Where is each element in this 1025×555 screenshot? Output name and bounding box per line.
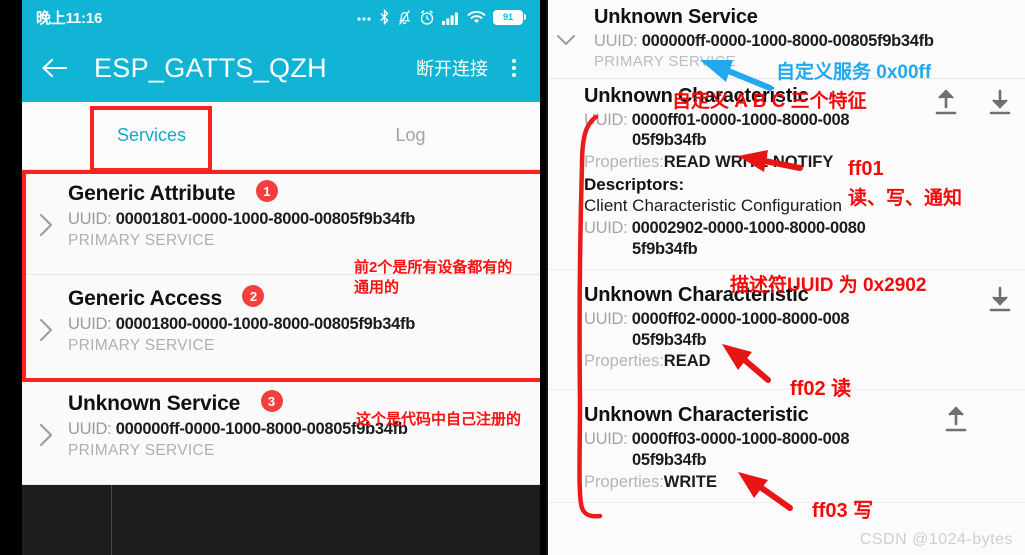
uuid-value-line1: 0000ff03-0000-1000-8000-008 bbox=[631, 430, 850, 449]
csdn-watermark: CSDN @1024-bytes bbox=[859, 531, 1013, 548]
phone-screenshot: 晚上11:16 91 ESP_GATTS_QZH 断开连接 Services L… bbox=[22, 0, 540, 555]
tab-log[interactable]: Log bbox=[281, 102, 540, 169]
characteristic-properties: Properties:READ bbox=[584, 352, 1025, 371]
characteristic-actions bbox=[933, 89, 1013, 117]
upload-icon[interactable] bbox=[933, 89, 959, 117]
properties-label: Properties: bbox=[584, 472, 664, 491]
uuid-value-line2: 05f9b34fb bbox=[632, 131, 707, 150]
uuid-value-line2: 05f9b34fb bbox=[632, 451, 707, 469]
status-bar: 晚上11:16 91 bbox=[22, 0, 540, 34]
status-clock: 晚上11:16 bbox=[36, 9, 103, 27]
uuid-label: UUID: bbox=[68, 210, 112, 228]
chevron-right-icon[interactable] bbox=[36, 317, 58, 343]
app-bar: ESP_GATTS_QZH 断开连接 bbox=[22, 34, 540, 102]
bell-muted-icon bbox=[398, 9, 411, 25]
uuid-label: UUID: bbox=[68, 315, 112, 333]
uuid-label: UUID: bbox=[584, 430, 628, 449]
annotation-three-characteristics-text: 自定义 A B C 三个特征 bbox=[672, 91, 867, 112]
annotation-ff01-text: ff01 bbox=[848, 158, 884, 180]
service-uuid: UUID: 00001800-0000-1000-8000-00805f9b34… bbox=[68, 315, 540, 334]
properties-value: WRITE bbox=[663, 472, 717, 491]
chevron-right-icon[interactable] bbox=[36, 422, 58, 448]
characteristic-row-ff03[interactable]: Unknown Characteristic UUID: 0000ff03-00… bbox=[548, 390, 1025, 503]
disconnect-button[interactable]: 断开连接 bbox=[416, 55, 488, 81]
service-name: Generic Attribute bbox=[68, 182, 236, 205]
uuid-value-line2: 05f9b34fb bbox=[632, 330, 707, 349]
back-arrow-icon[interactable] bbox=[38, 51, 72, 85]
navbar-divider bbox=[111, 485, 112, 555]
wifi-icon bbox=[467, 10, 486, 23]
annotation-ff02-text: ff02 读 bbox=[790, 378, 852, 400]
annotation-badge-2: 2 bbox=[242, 285, 265, 307]
status-icons: 91 bbox=[356, 8, 526, 26]
characteristic-properties: Properties:READ WRITE NOTIFY bbox=[584, 153, 1025, 172]
characteristic-actions bbox=[987, 286, 1013, 314]
signal-bars-icon bbox=[442, 12, 458, 25]
descriptor-uuid-line2: 5f9b34fb bbox=[632, 239, 698, 258]
chevron-down-icon[interactable] bbox=[554, 30, 578, 50]
annotation-ff01-cn-text: 读、写、通知 bbox=[848, 188, 963, 209]
characteristic-actions bbox=[943, 406, 969, 434]
uuid-label: UUID: bbox=[584, 310, 628, 329]
upload-icon[interactable] bbox=[943, 406, 969, 434]
battery-level: 91 bbox=[502, 12, 513, 22]
characteristic-properties: Properties:WRITE bbox=[584, 473, 1025, 492]
bluetooth-icon bbox=[380, 8, 389, 25]
service-type: PRIMARY SERVICE bbox=[68, 232, 215, 249]
annotation-note-generic: 前2个是所有设备都有的 通用的 bbox=[354, 259, 513, 297]
uuid-value: 00001801-0000-1000-8000-00805f9b34fb bbox=[115, 210, 416, 228]
annotation-custom-service-text: 自定义服务 0x00ff bbox=[776, 62, 932, 83]
properties-value: READ bbox=[663, 352, 711, 371]
screenshot-root: 晚上11:16 91 ESP_GATTS_QZH 断开连接 Services L… bbox=[0, 0, 1025, 555]
annotation-badge-3: 3 bbox=[260, 390, 283, 412]
kebab-menu-icon[interactable] bbox=[504, 55, 524, 81]
characteristic-uuid: UUID: 0000ff02-0000-1000-8000-008 05f9b3… bbox=[584, 309, 1025, 350]
properties-label: Properties: bbox=[584, 352, 664, 371]
uuid-value-line1: 0000ff01-0000-1000-8000-008 bbox=[631, 110, 850, 129]
properties-value: READ WRITE NOTIFY bbox=[663, 152, 834, 171]
battery-icon: 91 bbox=[493, 9, 526, 25]
uuid-value: 000000ff-0000-1000-8000-00805f9b34fb bbox=[641, 32, 934, 50]
characteristic-uuid: UUID: 0000ff03-0000-1000-8000-008 05f9b3… bbox=[584, 429, 1025, 470]
tab-bar: Services Log bbox=[22, 102, 540, 170]
download-icon[interactable] bbox=[987, 89, 1013, 117]
uuid-label: UUID: bbox=[68, 420, 112, 438]
uuid-value: 00001800-0000-1000-8000-00805f9b34fb bbox=[115, 315, 416, 333]
services-list: Generic Attribute 1 UUID: 00001801-0000-… bbox=[22, 170, 540, 485]
service-type: PRIMARY SERVICE bbox=[68, 337, 215, 354]
service-name: Unknown Service bbox=[68, 392, 241, 415]
uuid-label: UUID: bbox=[594, 32, 638, 50]
more-dots-icon bbox=[357, 17, 371, 21]
detail-service-name: Unknown Service bbox=[594, 6, 758, 28]
page-title: ESP_GATTS_QZH bbox=[94, 52, 327, 83]
annotation-badge-1: 1 bbox=[255, 180, 278, 202]
chevron-right-icon[interactable] bbox=[36, 212, 58, 238]
annotation-descriptor-uuid-text: 描述符UUID 为 0x2902 bbox=[730, 275, 927, 296]
service-row-unknown-service[interactable]: Unknown Service 3 UUID: 000000ff-0000-10… bbox=[22, 380, 540, 485]
download-icon[interactable] bbox=[987, 286, 1013, 314]
service-uuid: UUID: 00001801-0000-1000-8000-00805f9b34… bbox=[68, 210, 540, 229]
tab-services[interactable]: Services bbox=[22, 102, 281, 169]
android-navigation-bar bbox=[22, 485, 540, 555]
annotation-note-custom: 这个是代码中自己注册的 bbox=[356, 411, 522, 428]
uuid-value-line1: 0000ff02-0000-1000-8000-008 bbox=[631, 310, 850, 329]
uuid-label: UUID: bbox=[584, 218, 628, 237]
detail-service-uuid: UUID: 000000ff-0000-1000-8000-00805f9b34… bbox=[594, 31, 1025, 52]
descriptor-uuid: UUID: 00002902-0000-1000-8000-0080 5f9b3… bbox=[584, 218, 1025, 259]
descriptor-uuid-line1: 00002902-0000-1000-8000-0080 bbox=[631, 218, 866, 237]
alarm-icon bbox=[420, 9, 434, 25]
properties-label: Properties: bbox=[584, 152, 664, 171]
uuid-label: UUID: bbox=[584, 110, 628, 129]
annotation-ff03-text: ff03 写 bbox=[812, 500, 874, 522]
service-name: Generic Access bbox=[68, 287, 223, 310]
service-type: PRIMARY SERVICE bbox=[68, 442, 215, 459]
